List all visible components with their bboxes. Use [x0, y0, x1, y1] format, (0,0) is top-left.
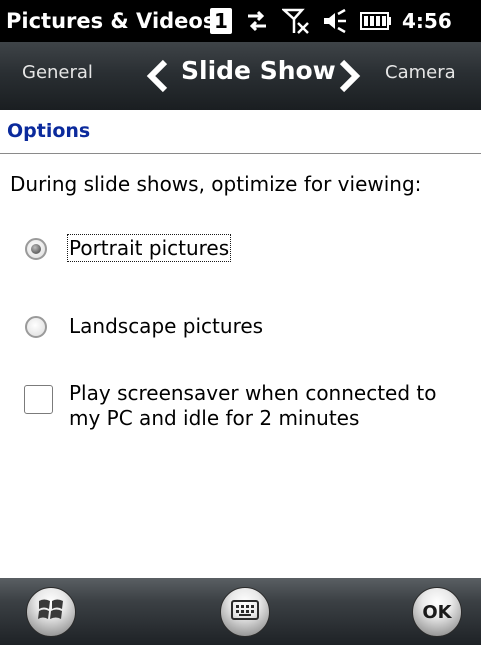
section-header: Options [0, 110, 481, 154]
notification-badge[interactable]: 1 [210, 8, 232, 34]
viewing-prompt: During slide shows, optimize for viewing… [10, 172, 422, 196]
tab-header: General Slide Show Camera [0, 42, 481, 110]
radio-landscape[interactable] [25, 316, 47, 338]
chevron-right-icon[interactable] [336, 59, 362, 97]
chevron-left-icon[interactable] [145, 59, 171, 97]
ok-button[interactable]: OK [412, 587, 462, 637]
ok-label: OK [422, 601, 452, 623]
tab-camera[interactable]: Camera [385, 62, 456, 83]
keyboard-icon [231, 599, 259, 625]
start-button[interactable] [26, 587, 76, 637]
screensaver-label[interactable]: Play screensaver when connected to my PC… [69, 381, 436, 431]
keyboard-button[interactable] [220, 587, 270, 637]
clock[interactable]: 4:56 [402, 9, 452, 33]
portrait-label[interactable]: Portrait pictures [66, 234, 232, 262]
speaker-icon[interactable] [322, 8, 348, 34]
windows-start-icon [36, 595, 66, 629]
bottom-bar: OK [0, 578, 481, 645]
status-bar: Pictures & Videos 1 4:56 [0, 0, 481, 42]
radio-selected-dot [31, 244, 41, 254]
tab-general[interactable]: General [22, 62, 93, 83]
no-signal-icon[interactable] [282, 7, 310, 35]
tab-slide-show[interactable]: Slide Show [181, 56, 336, 85]
radio-portrait[interactable] [25, 238, 47, 260]
sync-arrows-icon[interactable] [244, 8, 270, 34]
landscape-label[interactable]: Landscape pictures [69, 314, 263, 338]
status-icons: 1 4:56 [206, 0, 481, 42]
screensaver-checkbox[interactable] [24, 385, 53, 414]
app-title: Pictures & Videos [6, 9, 216, 33]
screensaver-label-line2: my PC and idle for 2 minutes [69, 406, 360, 430]
section-title: Options [7, 120, 91, 142]
screensaver-label-line1: Play screensaver when connected to [69, 381, 437, 405]
battery-icon[interactable] [360, 10, 392, 32]
